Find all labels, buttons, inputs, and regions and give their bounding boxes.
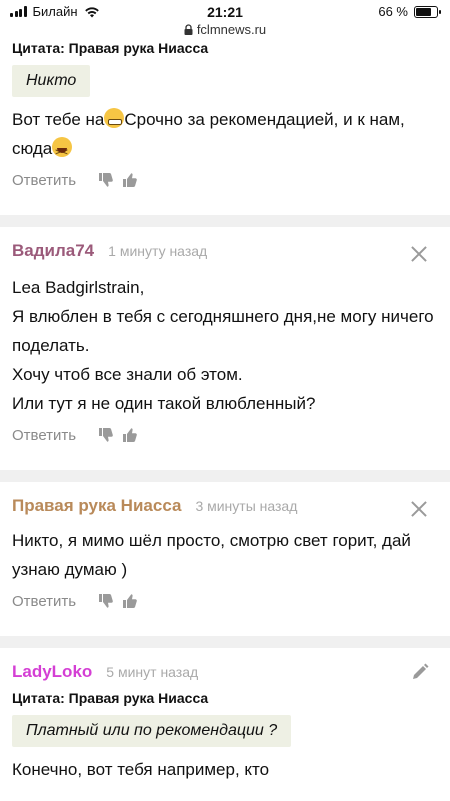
comments-feed: Цитата: Правая рука Ниасса Никто Вот теб… (0, 40, 450, 784)
url-text: fclmnews.ru (196, 22, 267, 37)
comment-text: Никто, я мимо шёл просто, смотрю свет го… (12, 531, 411, 579)
close-icon[interactable] (410, 245, 428, 263)
comment-line: Я влюблен в тебя с сегодняшнего дня,не м… (12, 307, 434, 355)
comment-text: Lea Badgirlstrain, Я влюблен в тебя с се… (0, 273, 450, 418)
reply-button[interactable]: Ответить (12, 172, 76, 189)
timestamp: 5 минут назад (106, 664, 199, 680)
timestamp: 1 минуту назад (108, 243, 208, 259)
divider (0, 636, 450, 648)
thumbs-up-icon[interactable] (122, 427, 138, 443)
timestamp: 3 минуты назад (195, 498, 298, 514)
comment-text: Конечно, вот тебя например, кто (12, 760, 270, 779)
grimacing-emoji-icon (104, 108, 125, 128)
comment-line: Хочу чтоб все знали об этом. (12, 365, 243, 384)
vote-controls (98, 172, 138, 188)
comment-text: Вот тебе на Срочно за рекомендацией, и к … (0, 105, 450, 167)
reply-button[interactable]: Ответить (12, 593, 76, 610)
battery-icon (414, 5, 441, 18)
edit-pencil-icon[interactable] (410, 662, 430, 682)
author-name[interactable]: LadyLoko (12, 662, 92, 682)
quote-box: Платный или по рекомендации ? (12, 715, 292, 747)
comment: LadyLoko 5 минут назад Цитата: Правая ру… (0, 648, 450, 784)
close-icon[interactable] (410, 500, 428, 518)
divider (0, 470, 450, 482)
comment-header: Правая рука Ниасса 3 минуты назад (0, 496, 450, 524)
comment: Правая рука Ниасса 3 минуты назад Никто,… (0, 482, 450, 614)
vote-controls (98, 427, 138, 443)
thumbs-up-icon[interactable] (122, 593, 138, 609)
comment-actions: Ответить (0, 422, 450, 448)
laughing-emoji-icon (52, 137, 73, 167)
thumbs-down-icon[interactable] (98, 172, 114, 188)
thumbs-up-icon[interactable] (122, 172, 138, 188)
comment-actions: Ответить (0, 588, 450, 614)
comment-text-part: Вот тебе на (12, 110, 105, 129)
quote-header: Цитата: Правая рука Ниасса (12, 690, 209, 706)
comment-line: Или тут я не один такой влюбленный? (12, 394, 316, 413)
reply-button[interactable]: Ответить (12, 427, 76, 444)
divider (0, 215, 450, 227)
comment-header: Вадила74 1 минуту назад (0, 241, 450, 269)
comment-actions: Ответить (0, 167, 450, 193)
author-name[interactable]: Правая рука Ниасса (12, 496, 181, 516)
comment: Вадила74 1 минуту назад Lea Badgirlstrai… (0, 227, 450, 448)
quote-box: Никто (12, 65, 91, 97)
address-bar[interactable]: fclmnews.ru (0, 22, 450, 37)
battery-percent: 66 % (378, 4, 408, 19)
quote-header: Цитата: Правая рука Ниасса (12, 40, 209, 56)
comment-header: LadyLoko 5 минут назад (0, 662, 450, 690)
vote-controls (98, 593, 138, 609)
author-name[interactable]: Вадила74 (12, 241, 94, 261)
status-right: 66 % (378, 4, 441, 19)
comment-line: Lea Badgirlstrain, (12, 278, 145, 297)
comment-top: Цитата: Правая рука Ниасса Никто Вот теб… (0, 40, 450, 193)
thumbs-down-icon[interactable] (98, 593, 114, 609)
lock-icon (184, 24, 193, 35)
thumbs-down-icon[interactable] (98, 427, 114, 443)
status-bar: Билайн 21:21 66 % (0, 0, 450, 24)
